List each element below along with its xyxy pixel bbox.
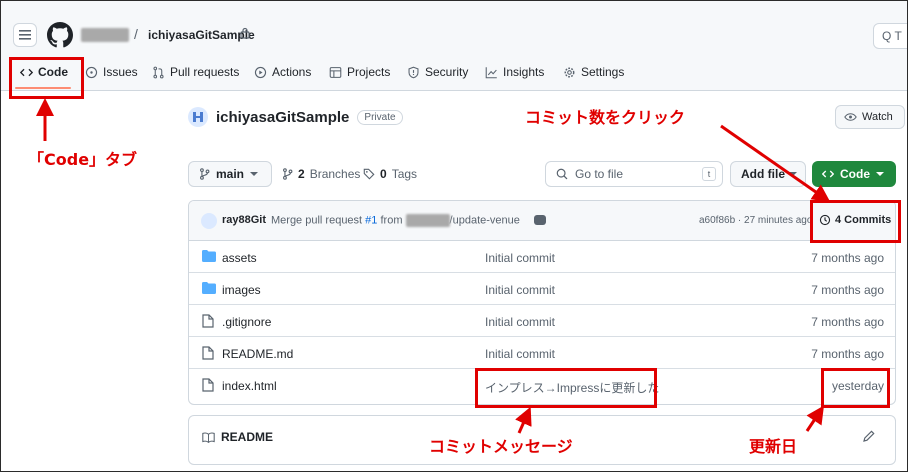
arrow-date <box>805 405 824 432</box>
arrow-commits <box>720 124 831 203</box>
annotation-arrows <box>36 98 831 434</box>
github-window: / ichiyasaGitSample Q T Code Issues Pull… <box>0 0 908 472</box>
arrow-commit-message <box>515 406 532 434</box>
